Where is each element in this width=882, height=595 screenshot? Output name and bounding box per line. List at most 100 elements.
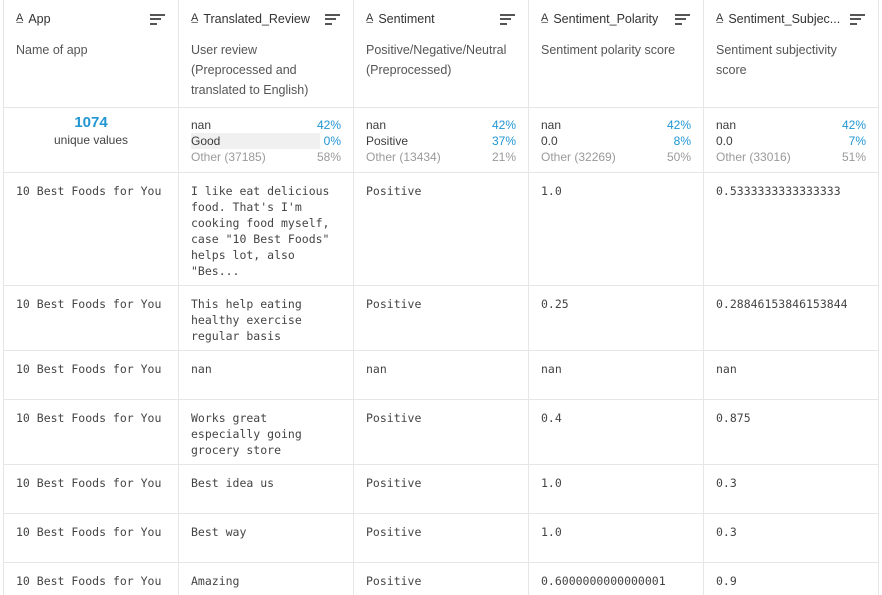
summary-percent: 42%: [316, 118, 341, 132]
string-type-icon: A̲: [366, 12, 374, 24]
cell-review: Best idea us: [179, 465, 354, 513]
summary-percent: 42%: [841, 118, 866, 132]
cell-review: Best way: [179, 514, 354, 562]
table-row: 10 Best Foods for You Best idea us Posit…: [4, 465, 878, 514]
cell-subjectivity: 0.28846153846153844: [716, 297, 848, 311]
summary-label: Good: [191, 134, 221, 148]
summary-label: Other (13434): [366, 150, 441, 164]
cell-sentiment: Positive: [354, 563, 529, 595]
value-distribution-summary: nan 42% Positive 37% Other (13434) 21%: [354, 108, 529, 172]
string-type-icon: A̲: [16, 12, 24, 24]
column-header-app[interactable]: A̲ App Name of app: [4, 0, 179, 107]
value-distribution-summary: nan 42% 0.0 8% Other (32269) 50%: [529, 108, 704, 172]
cell-app: 10 Best Foods for You: [4, 173, 179, 285]
cell-subjectivity: 0.9: [716, 574, 737, 588]
summary-item-other: Other (33016) 51%: [716, 149, 866, 165]
cell-app: 10 Best Foods for You: [4, 514, 179, 562]
cell-sentiment: Positive: [354, 465, 529, 513]
cell-polarity: 0.6000000000000001: [529, 563, 704, 595]
column-description: Sentiment polarity score: [541, 43, 676, 57]
summary-item: nan 42%: [366, 117, 516, 133]
column-description: User review (Preprocessed and translated…: [191, 43, 309, 97]
sort-filter-icon[interactable]: [325, 13, 341, 26]
column-name: Sentiment_Subjec...: [728, 12, 841, 26]
cell-polarity: 1.0: [529, 514, 704, 562]
column-name: Translated_Review: [203, 12, 310, 26]
cell-sentiment: Positive: [354, 173, 529, 285]
cell-sentiment: Positive: [354, 400, 529, 464]
summary-percent: 50%: [666, 150, 691, 164]
value-distribution-summary: nan 42% 0.0 7% Other (33016) 51%: [704, 108, 878, 172]
summary-row: 1074 unique values nan 42% Good 0% Other (…: [4, 108, 878, 173]
summary-label: Other (33016): [716, 150, 791, 164]
cell-subjectivity: 0.3: [716, 476, 737, 490]
table-row: 10 Best Foods for You Best way Positive …: [4, 514, 878, 563]
cell-app: 10 Best Foods for You: [4, 563, 179, 595]
summary-item: Positive 37%: [366, 133, 516, 149]
summary-label: Other (32269): [541, 150, 616, 164]
summary-label: 0.0: [541, 134, 558, 148]
summary-item: nan 42%: [716, 117, 866, 133]
summary-item: nan 42%: [541, 117, 691, 133]
column-header-sentiment[interactable]: A̲ Sentiment Positive/Negative/Neutral (…: [354, 0, 529, 107]
column-description: Positive/Negative/Neutral (Preprocessed): [366, 43, 507, 77]
column-header-sentiment-polarity[interactable]: A̲ Sentiment_Polarity Sentiment polarity…: [529, 0, 704, 107]
summary-label: nan: [191, 118, 212, 132]
summary-label: nan: [366, 118, 387, 132]
cell-polarity: 0.25: [529, 286, 704, 350]
table-row: 10 Best Foods for You Amazing Positive 0…: [4, 563, 878, 595]
summary-item: Good 0%: [191, 133, 341, 149]
data-table: A̲ App Name of app A̲ Translated_Review …: [3, 0, 879, 595]
cell-polarity: 1.0: [529, 465, 704, 513]
summary-percent: 37%: [491, 134, 516, 148]
unique-label: unique values: [53, 133, 129, 147]
cell-sentiment: nan: [354, 351, 529, 399]
cell-app: 10 Best Foods for You: [4, 400, 179, 464]
value-distribution-summary: nan 42% Good 0% Other (37185) 58%: [179, 108, 354, 172]
column-name: Sentiment: [378, 12, 435, 26]
cell-polarity: nan: [529, 351, 704, 399]
string-type-icon: A̲: [716, 12, 724, 24]
cell-subjectivity: 0.3: [716, 525, 737, 539]
unique-values-summary: 1074 unique values: [4, 108, 179, 172]
summary-label: 0.0: [716, 134, 733, 148]
summary-item-other: Other (32269) 50%: [541, 149, 691, 165]
summary-percent: 0%: [323, 134, 341, 148]
sort-filter-icon[interactable]: [500, 13, 516, 26]
cell-sentiment: Positive: [354, 286, 529, 350]
summary-label: nan: [541, 118, 562, 132]
header-row: A̲ App Name of app A̲ Translated_Review …: [4, 0, 878, 108]
sort-filter-icon[interactable]: [850, 13, 866, 26]
column-description: Sentiment subjectivity score: [716, 43, 837, 77]
column-header-translated-review[interactable]: A̲ Translated_Review User review (Prepro…: [179, 0, 354, 107]
summary-item: 0.0 8%: [541, 133, 691, 149]
summary-item-other: Other (37185) 58%: [191, 149, 341, 165]
cell-polarity: 1.0: [529, 173, 704, 285]
cell-review: I like eat delicious food. That's I'm co…: [179, 173, 354, 285]
table-row: 10 Best Foods for You nan nan nan nan: [4, 351, 878, 400]
summary-item: nan 42%: [191, 117, 341, 133]
sort-filter-icon[interactable]: [675, 13, 691, 26]
sort-filter-icon[interactable]: [150, 13, 166, 26]
summary-label: nan: [716, 118, 737, 132]
cell-subjectivity: 0.875: [716, 411, 751, 425]
summary-label: Positive: [366, 134, 409, 148]
column-name: Sentiment_Polarity: [553, 12, 659, 26]
summary-item: 0.0 7%: [716, 133, 866, 149]
cell-subjectivity: nan: [716, 362, 737, 376]
summary-percent: 21%: [491, 150, 516, 164]
column-description: Name of app: [16, 43, 88, 57]
table-row: 10 Best Foods for You This help eating h…: [4, 286, 878, 351]
summary-item-other: Other (13434) 21%: [366, 149, 516, 165]
summary-percent: 42%: [491, 118, 516, 132]
summary-percent: 42%: [666, 118, 691, 132]
cell-sentiment: Positive: [354, 514, 529, 562]
column-header-sentiment-subjectivity[interactable]: A̲ Sentiment_Subjec... Sentiment subject…: [704, 0, 878, 107]
cell-app: 10 Best Foods for You: [4, 465, 179, 513]
summary-percent: 7%: [848, 134, 866, 148]
column-name: App: [28, 12, 51, 26]
unique-count: 1074: [74, 114, 108, 131]
cell-app: 10 Best Foods for You: [4, 286, 179, 350]
cell-subjectivity: 0.5333333333333333: [716, 184, 841, 198]
cell-review: This help eating healthy exercise regula…: [179, 286, 354, 350]
